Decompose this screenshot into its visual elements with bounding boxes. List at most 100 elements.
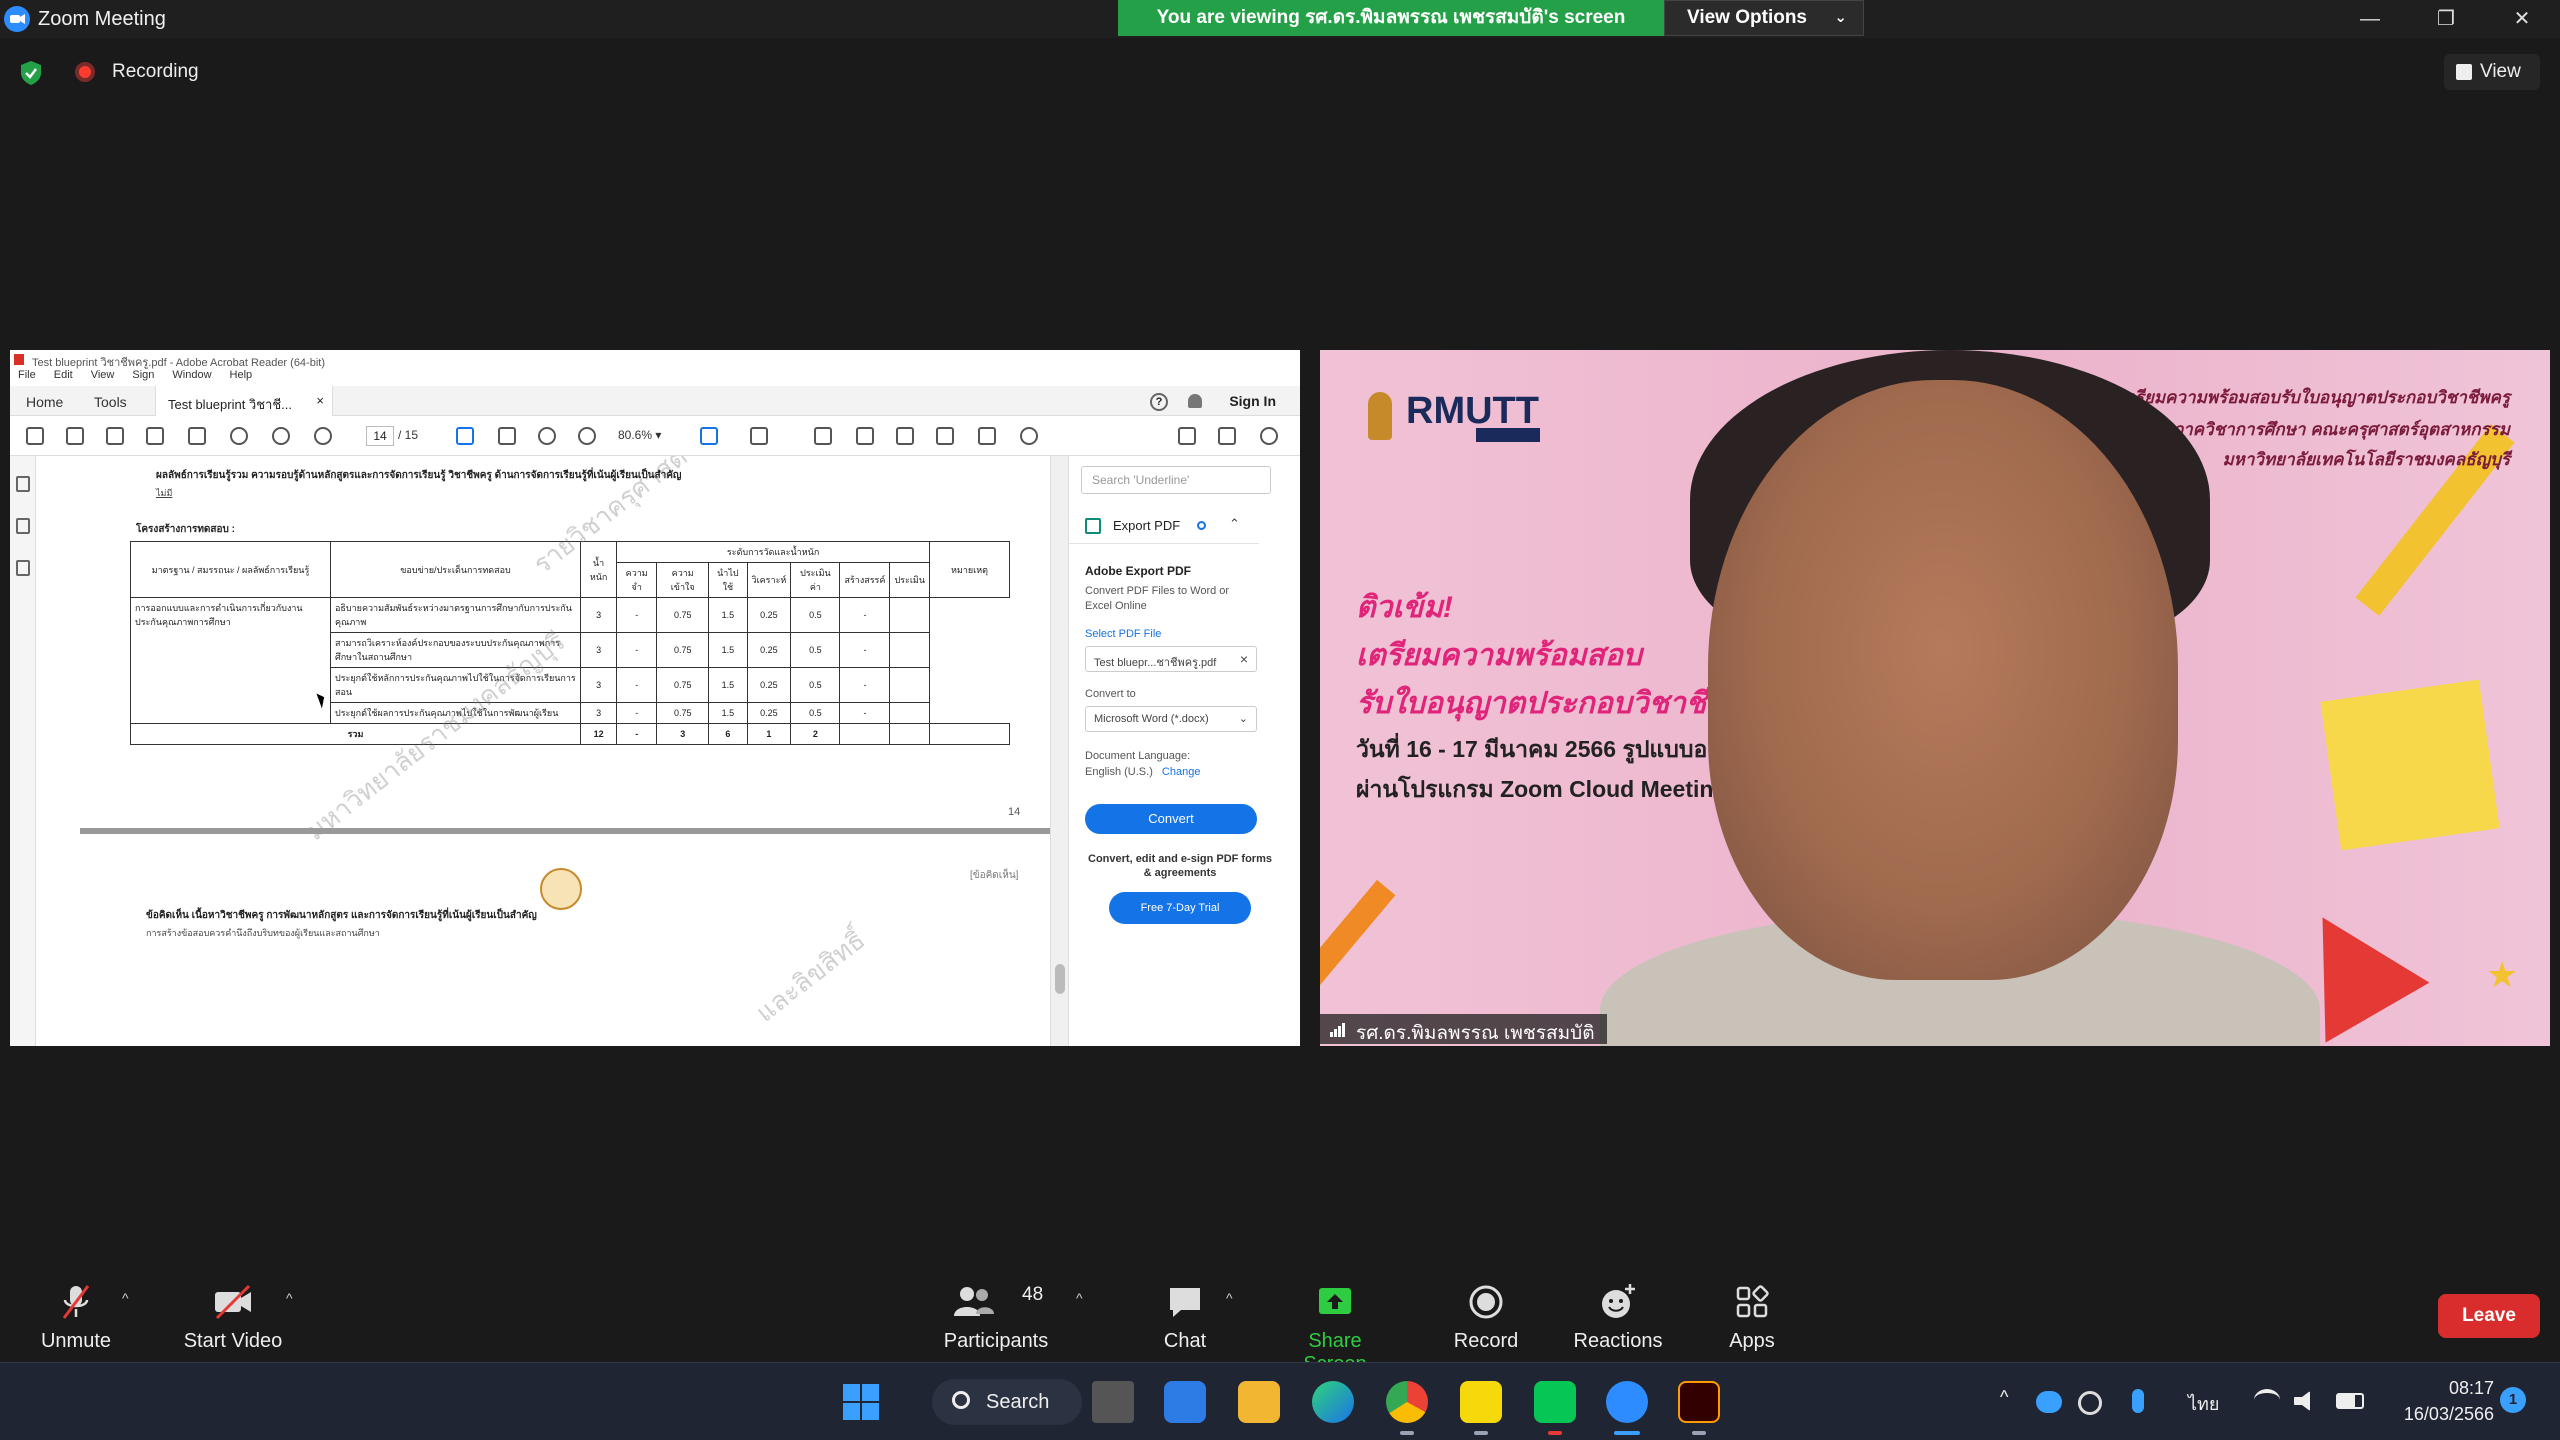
- save-icon[interactable]: [26, 427, 44, 445]
- battery-icon[interactable]: [2336, 1393, 2364, 1409]
- security-shield-icon[interactable]: [20, 60, 42, 86]
- record-icon: [1469, 1285, 1503, 1319]
- participant-name-tag: รศ.ดร.พิมลพรรณ เพชรสมบัติ: [1320, 1014, 1607, 1044]
- tools-search-input[interactable]: Search 'Underline': [1081, 466, 1271, 494]
- menu-edit[interactable]: Edit: [54, 369, 73, 385]
- create-pdf-icon[interactable]: [146, 427, 164, 445]
- delete-icon[interactable]: [978, 427, 996, 445]
- app-l-icon[interactable]: [1164, 1381, 1206, 1423]
- selected-file-field[interactable]: Test bluepr...ชาชีพครู.pdf ×: [1085, 646, 1257, 672]
- close-button[interactable]: ✕: [2484, 0, 2560, 38]
- bookmark-star-icon[interactable]: [66, 427, 84, 445]
- menu-file[interactable]: File: [18, 369, 36, 385]
- bookmarks-panel-icon[interactable]: [16, 518, 30, 534]
- select-cursor-icon[interactable]: [456, 427, 474, 445]
- view-button[interactable]: View: [2444, 54, 2540, 90]
- sign-in-button[interactable]: Sign In: [1229, 393, 1276, 409]
- notification-bell-icon[interactable]: [1188, 394, 1202, 408]
- account-icon[interactable]: [1260, 427, 1278, 445]
- microphone-in-use-icon[interactable]: [2132, 1389, 2144, 1413]
- menu-help[interactable]: Help: [230, 369, 253, 385]
- comment-icon[interactable]: [814, 427, 832, 445]
- task-view-icon[interactable]: [1092, 1381, 1134, 1423]
- highlight-pen-icon[interactable]: [856, 427, 874, 445]
- system-clock[interactable]: 08:17 16/03/2566: [2384, 1375, 2494, 1427]
- sign-pen-icon[interactable]: [1178, 427, 1196, 445]
- table-cell: -: [616, 723, 658, 745]
- menu-sign[interactable]: Sign: [132, 369, 154, 385]
- zoom-level-select[interactable]: 80.6% ▾: [618, 428, 661, 442]
- hand-tool-icon[interactable]: [498, 427, 516, 445]
- file-explorer-icon[interactable]: [1238, 1381, 1280, 1423]
- fill-sign-icon[interactable]: [936, 427, 954, 445]
- view-options-button[interactable]: View Options ⌄: [1664, 0, 1864, 36]
- chat-button[interactable]: Chat: [1158, 1282, 1212, 1353]
- illustrator-app-icon[interactable]: [1678, 1381, 1720, 1423]
- input-language[interactable]: ไทย: [2188, 1389, 2219, 1418]
- onedrive-icon[interactable]: [2036, 1391, 2062, 1413]
- pdf-document-view[interactable]: ผลลัพธ์การเรียนรู้รวม ความรอบรู้ด้านหลัก…: [36, 456, 1050, 1046]
- tab-tools[interactable]: Tools: [94, 394, 127, 410]
- video-options-caret-icon[interactable]: ^: [286, 1290, 293, 1306]
- attachments-panel-icon[interactable]: [16, 560, 30, 576]
- select-pdf-link[interactable]: Select PDF File: [1085, 628, 1161, 640]
- rotate-icon[interactable]: [1020, 427, 1038, 445]
- draw-icon[interactable]: [896, 427, 914, 445]
- participants-caret-icon[interactable]: ^: [1076, 1290, 1083, 1306]
- export-pdf-header[interactable]: Export PDF ⌃: [1069, 508, 1259, 544]
- clock-time: 08:17: [2448, 1378, 2494, 1398]
- participant-video-tile[interactable]: ★ RMUTT การเตรียมความพร้อมสอบรับใบอนุญาต…: [1320, 350, 2550, 1046]
- menu-view[interactable]: View: [91, 369, 115, 385]
- record-button[interactable]: Record: [1450, 1282, 1522, 1353]
- previous-page-icon[interactable]: [272, 427, 290, 445]
- leave-button[interactable]: Leave: [2438, 1294, 2540, 1338]
- start-video-button[interactable]: Start Video: [178, 1282, 288, 1353]
- taskbar-search[interactable]: Search: [932, 1379, 1082, 1425]
- help-icon[interactable]: ?: [1150, 393, 1168, 411]
- sync-icon[interactable]: [2078, 1391, 2102, 1415]
- unmute-button[interactable]: Unmute: [36, 1282, 116, 1353]
- chevron-up-icon[interactable]: ⌃: [1229, 516, 1240, 532]
- zoom-in-icon[interactable]: [578, 427, 596, 445]
- clear-file-icon[interactable]: ×: [1240, 651, 1248, 667]
- reactions-button[interactable]: Reactions: [1572, 1282, 1664, 1353]
- upload-icon[interactable]: [106, 427, 124, 445]
- windows-start-icon[interactable]: [840, 1381, 882, 1423]
- page-number-input[interactable]: 14: [366, 426, 394, 446]
- menu-window[interactable]: Window: [172, 369, 211, 385]
- notification-badge[interactable]: 1: [2500, 1387, 2526, 1413]
- tab-home[interactable]: Home: [26, 394, 63, 410]
- convert-to-label: Convert to: [1085, 688, 1136, 700]
- zoom-out-icon[interactable]: [538, 427, 556, 445]
- minimize-button[interactable]: —: [2332, 0, 2408, 38]
- wifi-icon[interactable]: [2254, 1389, 2280, 1411]
- show-hidden-icons-icon[interactable]: ^: [2000, 1387, 2008, 1408]
- table-row: การออกแบบและการดำเนินการเกี่ยวกับงานประก…: [130, 597, 1010, 724]
- volume-icon[interactable]: [2294, 1391, 2310, 1411]
- chrome-browser-icon[interactable]: [1386, 1381, 1428, 1423]
- chat-caret-icon[interactable]: ^: [1226, 1290, 1233, 1306]
- audio-options-caret-icon[interactable]: ^: [122, 1290, 129, 1306]
- format-select[interactable]: Microsoft Word (*.docx) ⌄: [1085, 706, 1257, 732]
- windows-taskbar: Search ^ ไทย 08:17 16/03/2566 1: [0, 1362, 2560, 1440]
- find-icon[interactable]: [230, 427, 248, 445]
- restore-button[interactable]: ❐: [2408, 0, 2484, 38]
- scroll-mode-icon[interactable]: [750, 427, 768, 445]
- pages-panel-icon[interactable]: [16, 476, 30, 492]
- close-tab-icon[interactable]: ×: [316, 393, 324, 408]
- email-icon[interactable]: [1218, 427, 1236, 445]
- scrollbar-thumb[interactable]: [1055, 964, 1065, 994]
- zoom-app-icon[interactable]: [1606, 1381, 1648, 1423]
- tab-document[interactable]: Test blueprint วิชาชี... ×: [155, 386, 333, 416]
- vertical-scrollbar[interactable]: [1050, 456, 1068, 1046]
- next-page-icon[interactable]: [314, 427, 332, 445]
- sticky-notes-icon[interactable]: [1460, 1381, 1502, 1423]
- convert-button[interactable]: Convert: [1085, 804, 1257, 834]
- free-trial-button[interactable]: Free 7-Day Trial: [1109, 892, 1251, 924]
- print-icon[interactable]: [188, 427, 206, 445]
- fit-page-icon[interactable]: [700, 427, 718, 445]
- change-language-link[interactable]: Change: [1162, 766, 1201, 778]
- line-app-icon[interactable]: [1534, 1381, 1576, 1423]
- apps-button[interactable]: Apps: [1724, 1282, 1780, 1353]
- edge-browser-icon[interactable]: [1312, 1381, 1354, 1423]
